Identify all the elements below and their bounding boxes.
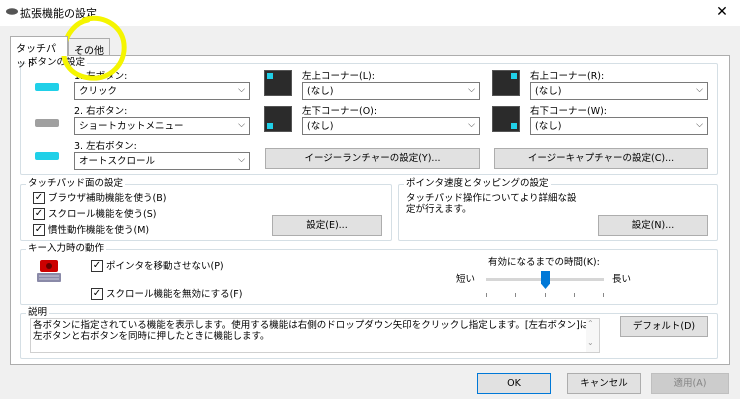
description-line-1: 各ボタンに指定されている機能を表示します。使用する機能は右側のドロップダウン矢印… [33,320,599,331]
chevron-down-icon: ⌵ [238,85,245,95]
browser-assist-label: ブラウザ補助機能を使う(B) [48,193,167,204]
scroll-down-icon[interactable]: ⌄ [587,338,594,347]
inertia-label: 慣性動作機能を使う(M) [48,225,150,236]
slider-tick [515,293,517,297]
select-value: オートスクロール [79,156,156,167]
right-button-icon [35,119,59,127]
top-left-corner-label: 左上コーナー(L): [302,71,375,82]
select-value: ショートカットメニュー [79,121,184,132]
top-right-corner-icon [492,70,520,96]
select-value: (なし) [535,121,562,132]
window-title: 拡張機能の設定 [20,7,97,20]
bottom-right-corner-select[interactable]: (なし) ⌵ [530,117,708,135]
select-value: (なし) [535,86,562,97]
top-left-corner-icon [264,70,292,96]
apply-button[interactable]: 適用(A) [651,373,729,394]
easy-launcher-settings-button[interactable]: イージーランチャーの設定(Y)... [265,148,480,169]
select-value: (なし) [307,121,334,132]
group-title: ポインタ速度とタッピングの設定 [404,178,551,190]
chevron-down-icon: ⌵ [696,120,703,130]
both-buttons-select[interactable]: オートスクロール ⌵ [74,152,250,170]
close-icon[interactable]: ✕ [712,2,732,22]
group-title: タッチパッド面の設定 [26,178,126,190]
description-line-2: 左ボタンと右ボタンを同時に押したときに機能します。 [33,331,270,342]
touch-surface-settings-button[interactable]: 設定(E)... [272,215,382,236]
long-label: 長い [612,274,632,285]
left-button-label: 1. 左ボタン: [74,71,128,82]
bottom-left-corner-label: 左下コーナー(O): [302,106,378,117]
chevron-down-icon: ⌵ [468,85,475,95]
tab-other[interactable]: その他 [68,38,110,57]
scroll-up-icon[interactable]: ⌃ [587,319,594,328]
group-title: キー入力時の動作 [26,243,107,255]
select-value: (なし) [307,86,334,97]
bottom-right-corner-label: 右下コーナー(W): [530,106,608,117]
top-left-corner-select[interactable]: (なし) ⌵ [302,82,480,100]
both-buttons-label: 3. 左右ボタン: [74,141,137,152]
title-bar: 拡張機能の設定 ✕ [0,0,740,26]
top-right-corner-label: 右上コーナー(R): [530,71,605,82]
cancel-button[interactable]: キャンセル [567,373,641,394]
slider-tick [486,293,487,297]
both-buttons-icon [35,152,59,160]
bottom-right-corner-icon [492,106,520,132]
right-button-label: 2. 右ボタン: [74,106,128,117]
pointer-speed-description: タッチパッド操作についてより詳細な設定が行えます。 [406,193,577,215]
top-right-corner-select[interactable]: (なし) ⌵ [530,82,708,100]
mouse-app-icon [6,8,18,15]
delay-label: 有効になるまでの時間(K): [488,257,600,268]
chevron-down-icon: ⌵ [696,85,703,95]
disable-scroll-label: スクロール機能を無効にする(F) [106,289,243,300]
slider-tick [603,293,604,297]
inertia-checkbox[interactable]: ✓ [33,224,45,236]
delay-slider-ticks [486,293,604,297]
default-button[interactable]: デフォルト(D) [620,316,708,337]
chevron-down-icon: ⌵ [238,155,245,165]
no-move-pointer-checkbox[interactable]: ✓ [91,260,103,272]
left-button-icon [35,83,59,91]
no-move-pointer-label: ポインタを移動させない(P) [106,261,224,272]
scroll-label: スクロール機能を使う(S) [48,209,157,220]
slider-tick [573,293,575,297]
bottom-left-corner-icon [264,106,292,132]
ok-button[interactable]: OK [477,373,551,394]
left-button-select[interactable]: クリック ⌵ [74,82,250,100]
browser-assist-checkbox[interactable]: ✓ [33,192,45,204]
slider-tick [544,293,546,297]
chevron-down-icon: ⌵ [238,120,245,130]
chevron-down-icon: ⌵ [468,120,475,130]
keyboard-icon [37,260,61,282]
pointer-speed-settings-button[interactable]: 設定(N)... [598,215,708,236]
disable-scroll-checkbox[interactable]: ✓ [91,288,103,300]
short-label: 短い [456,274,476,285]
select-value: クリック [79,86,118,97]
easy-capture-settings-button[interactable]: イージーキャプチャーの設定(C)... [494,148,708,169]
tab-touchpad[interactable]: タッチパッド [10,36,68,70]
right-button-select[interactable]: ショートカットメニュー ⌵ [74,117,250,135]
scroll-checkbox[interactable]: ✓ [33,208,45,220]
bottom-left-corner-select[interactable]: (なし) ⌵ [302,117,480,135]
